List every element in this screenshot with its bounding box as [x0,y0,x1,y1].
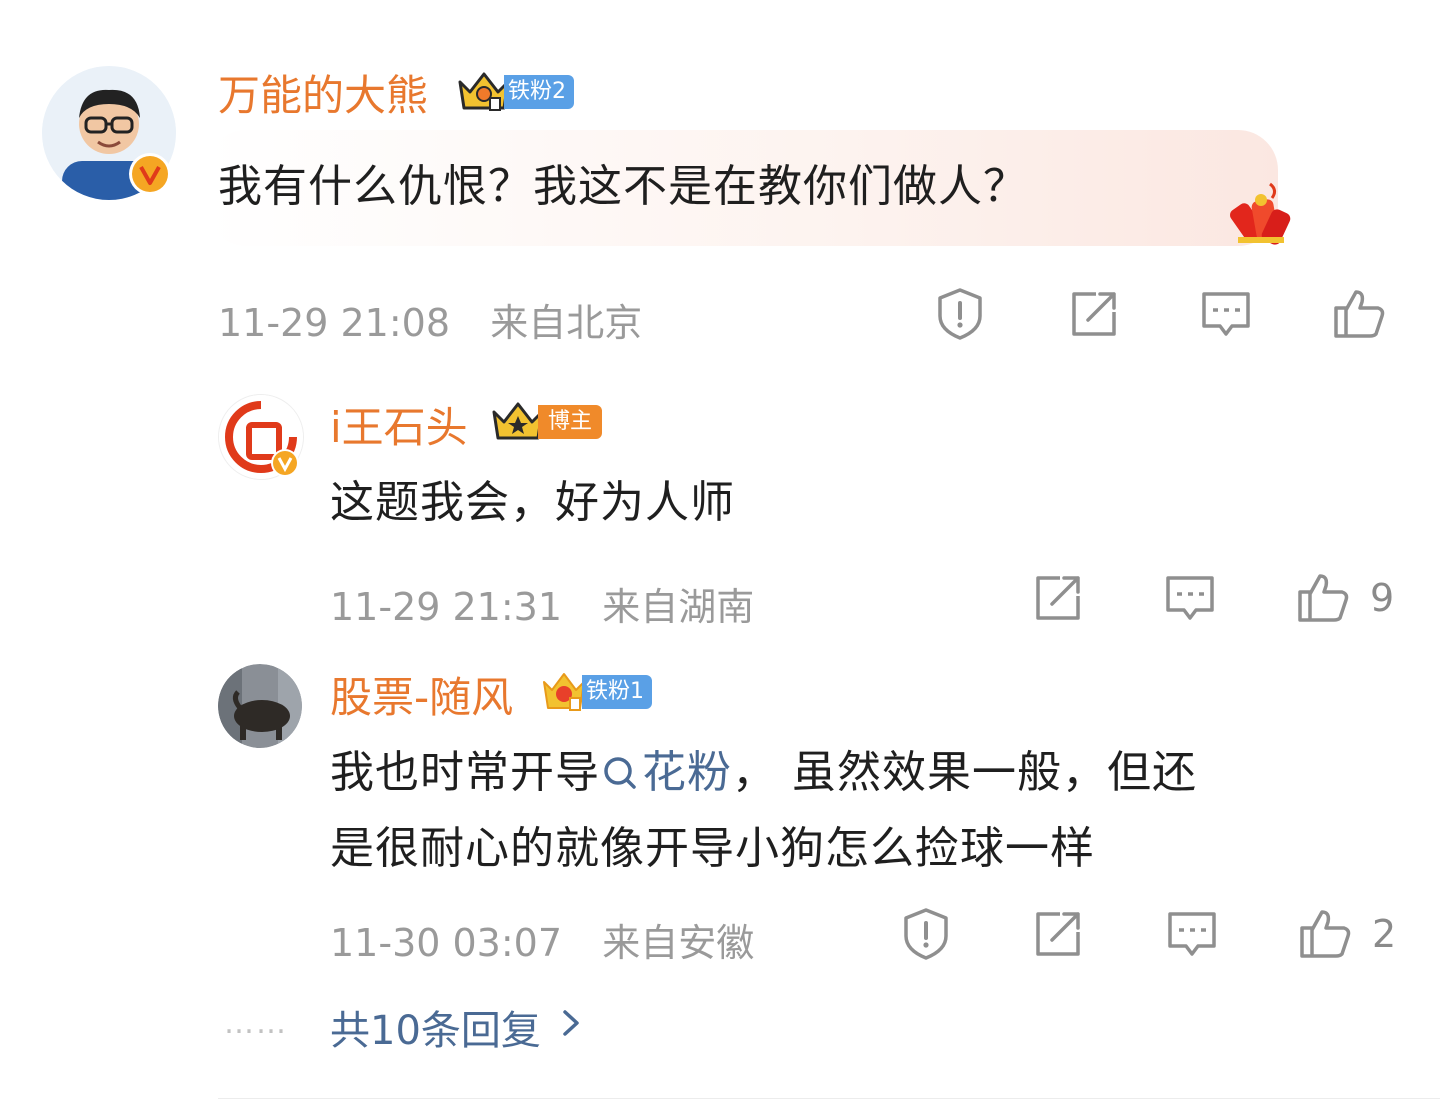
reply-1-location: 来自湖南 [602,585,755,629]
reply-1-username[interactable]: i王石头 [330,394,468,455]
reply-2-username[interactable]: 股票-随风 [330,664,513,725]
like-icon[interactable] [1296,904,1352,960]
like-icon[interactable] [1330,284,1386,340]
avatar-reply-2[interactable] [218,664,302,748]
reply-1-time: 11-29 21:31 [330,585,563,629]
reply-2-time: 11-30 03:07 [330,921,563,965]
comment-meta: 11-29 21:08 来自北京 [218,292,642,347]
comment-content: 我有什么仇恨？我这不是在教你们做人？ [218,161,1028,212]
avatar-image [218,664,302,748]
comment-location: 来自北京 [490,301,643,345]
report-icon[interactable] [932,286,988,342]
reply-1-meta: 11-29 21:31 来自湖南 [330,576,754,631]
reply-1-content: 这题我会，好为人师 [330,477,735,528]
reply-2-content-line2: 是很耐心的就像开导小狗怎么捡球一样 [330,823,1095,874]
reply-2-content-b: ， 虽然效果一般，但还 [732,747,1197,798]
comment-username[interactable]: 万能的大熊 [218,62,428,123]
fan-badge-label: 铁粉1 [582,675,652,709]
more-replies-dots: …… [224,1006,288,1041]
bottom-divider [218,1098,1440,1099]
blogger-badge-label: 博主 [538,405,603,439]
like-icon[interactable] [1294,568,1350,624]
comment-time: 11-29 21:08 [218,301,451,345]
more-replies-link[interactable]: 共10条回复 [330,998,581,1056]
reply-1-like-count: 9 [1370,576,1395,620]
fan-badge[interactable]: 铁粉2 [456,68,574,116]
topic-link[interactable]: 花粉 [600,747,732,798]
search-topic-icon [600,747,642,798]
fan-badge[interactable]: 铁粉1 [540,668,652,716]
comment-icon[interactable] [1162,570,1218,626]
report-icon[interactable] [898,906,954,962]
reply-2-content-line1: 我也时常开导 花粉， 虽然效果一般，但还 [330,736,1197,800]
reply-2-location: 来自安徽 [602,921,755,965]
reply-2-like-count: 2 [1372,912,1397,956]
blogger-badge[interactable]: 博主 [490,398,603,446]
share-icon[interactable] [1066,286,1122,342]
firecracker-icon [1226,180,1296,256]
share-icon[interactable] [1030,570,1086,626]
reply-2-content-a: 我也时常开导 [330,747,600,798]
more-replies-label: 共10条回复 [330,1008,541,1054]
comment-icon[interactable] [1164,906,1220,962]
verified-icon [128,152,172,196]
fan-badge-label: 铁粉2 [504,75,574,109]
comment-icon[interactable] [1198,286,1254,342]
reply-2-meta: 11-30 03:07 来自安徽 [330,912,754,967]
verified-icon [270,448,300,478]
chevron-right-icon [561,1004,581,1050]
topic-label: 花粉 [642,747,732,798]
share-icon[interactable] [1030,906,1086,962]
crown-icon [540,668,588,716]
